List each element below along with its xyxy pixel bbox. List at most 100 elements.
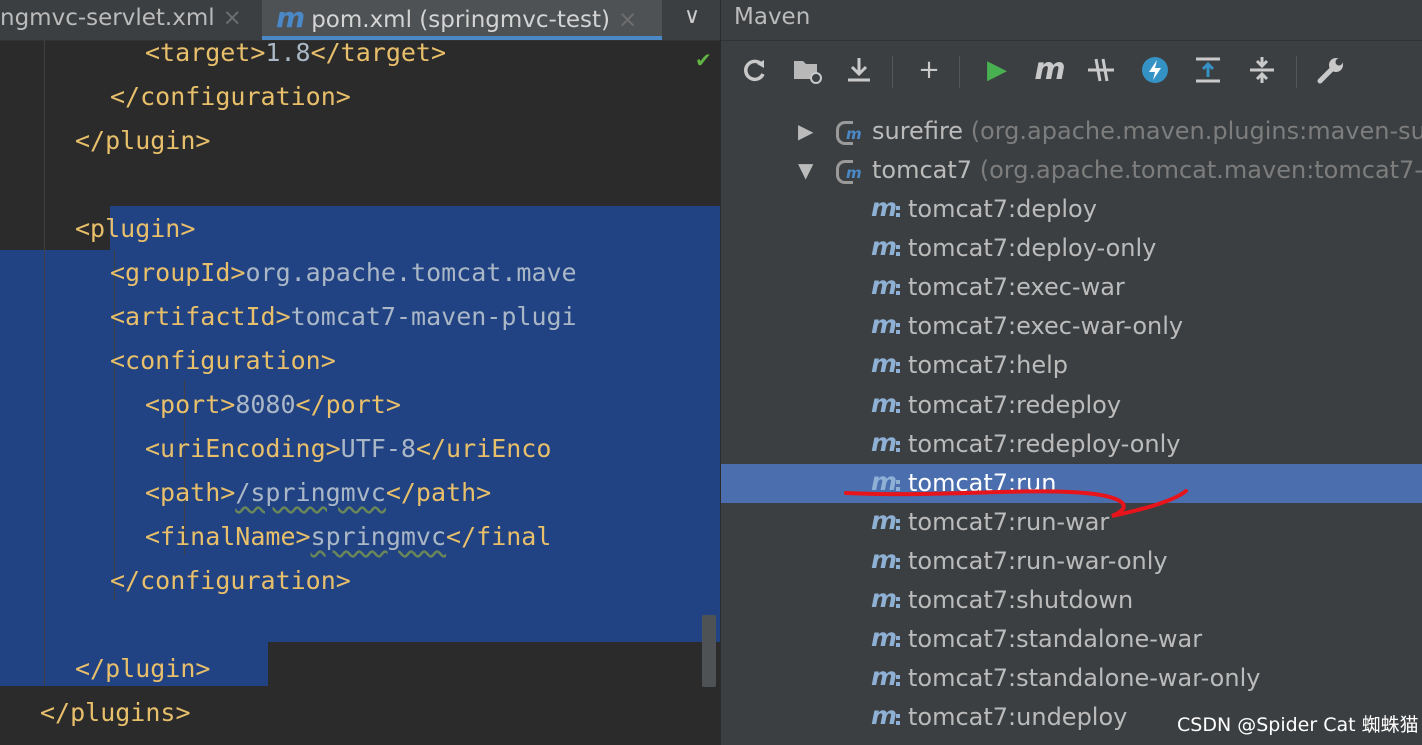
xml-tag: </configuration>	[110, 82, 351, 111]
xml-text: 1.8	[265, 38, 311, 67]
goal-label: tomcat7:deploy	[908, 195, 1097, 223]
maven-header: Maven	[721, 0, 1422, 41]
download-icon[interactable]	[841, 52, 877, 88]
toolbar-separator	[959, 56, 960, 88]
panel-title: Maven	[734, 4, 811, 30]
collapsed-arrow-icon[interactable]: ▶	[798, 112, 813, 151]
code-area[interactable]: <target>1.8</target> </configuration> </pl…	[0, 38, 720, 745]
tree-goal-tomcat7-shutdown[interactable]: m tomcat7:shutdown	[721, 581, 1422, 620]
code-line[interactable]: <port>8080</port>	[145, 383, 401, 427]
indent-guide	[44, 40, 45, 685]
plugin-icon: m	[836, 121, 862, 145]
code-line[interactable]: </configuration>	[110, 559, 351, 603]
xml-tag: </port>	[295, 390, 401, 419]
run-icon[interactable]: ▶	[979, 52, 1015, 88]
code-line[interactable]: <finalName>springmvc</final	[145, 515, 551, 559]
code-line[interactable]: <plugin>	[75, 207, 195, 251]
tree-goal-tomcat7-redeploy[interactable]: m tomcat7:redeploy	[721, 386, 1422, 425]
editor-scrollbar[interactable]	[702, 615, 716, 687]
xml-tag: </plugin>	[75, 654, 211, 683]
watermark: CSDN @Spider Cat 蜘蛛猫	[1177, 714, 1419, 736]
xml-tag: <configuration>	[110, 346, 336, 375]
goal-label: tomcat7:redeploy-only	[908, 429, 1181, 458]
maven-goal-icon: m	[871, 664, 903, 692]
code-line[interactable]: <configuration>	[110, 339, 336, 383]
wrench-icon[interactable]	[1313, 52, 1349, 88]
tree-goal-tomcat7-help[interactable]: m tomcat7:help	[721, 346, 1422, 385]
goal-label: tomcat7:standalone-war	[908, 625, 1203, 654]
xml-text: UTF-8	[340, 434, 416, 463]
maven-goal-icon: m	[871, 234, 903, 262]
tree-goal-tomcat7-deploy-only[interactable]: m tomcat7:deploy-only	[721, 229, 1422, 268]
goal-label: tomcat7:run	[908, 468, 1057, 497]
tab-label: pom.xml (springmvc-test)	[311, 7, 610, 33]
goal-label: tomcat7:run-war	[908, 507, 1110, 536]
maven-goal-icon: m	[871, 390, 903, 419]
plugin-name: tomcat7	[872, 156, 973, 184]
tree-goal-tomcat7-deploy[interactable]: m tomcat7:deploy	[721, 190, 1422, 229]
close-icon[interactable]: ×	[223, 5, 242, 31]
goal-label: tomcat7:run-war-only	[908, 546, 1168, 575]
code-line[interactable]: </configuration>	[110, 75, 351, 119]
inspection-ok-icon[interactable]: ✔	[695, 48, 712, 72]
xml-text: 8080	[235, 390, 296, 419]
code-line[interactable]: </plugin>	[75, 647, 210, 691]
maven-goal-icon: m	[871, 468, 903, 497]
expanded-arrow-icon[interactable]: ▼	[798, 151, 813, 190]
code-line[interactable]: </plugin>	[75, 119, 210, 163]
code-line[interactable]: </plugins>	[40, 691, 191, 735]
goal-label: tomcat7:help	[908, 351, 1069, 380]
maven-goal-icon: m	[871, 625, 903, 653]
tree-goal-tomcat7-standalone-war-only[interactable]: m tomcat7:standalone-war-only	[721, 659, 1422, 698]
maven-goal-icon: m	[871, 429, 903, 458]
tab-label: ngmvc-servlet.xml	[0, 5, 215, 31]
xml-tag: </final	[446, 522, 552, 551]
toolbar-separator	[1296, 56, 1297, 88]
tabs-dropdown-icon[interactable]: ∨	[684, 4, 700, 29]
goal-label: tomcat7:standalone-war-only	[908, 664, 1261, 693]
tree-plugin-tomcat7[interactable]: ▼ m tomcat7 (org.apache.tomcat.maven:tom…	[721, 151, 1422, 190]
plus-icon[interactable]: +	[911, 52, 947, 88]
maven-m-icon[interactable]: m	[1032, 52, 1068, 88]
folder-icon[interactable]	[788, 52, 824, 88]
xml-tag: <groupId>	[110, 258, 246, 287]
tree-goal-tomcat7-exec-war[interactable]: m tomcat7:exec-war	[721, 268, 1422, 307]
xml-tag: <plugin>	[75, 214, 196, 243]
tree-goal-tomcat7-run-war[interactable]: m tomcat7:run-war	[721, 503, 1422, 542]
expand-icon[interactable]	[1190, 52, 1226, 88]
code-line[interactable]: <uriEncoding>UTF-8</uriEnco	[145, 427, 551, 471]
tree-goal-tomcat7-exec-war-only[interactable]: m tomcat7:exec-war-only	[721, 307, 1422, 346]
collapse-icon[interactable]	[1244, 52, 1280, 88]
code-line[interactable]: <groupId>org.apache.tomcat.mave	[110, 251, 577, 295]
code-line[interactable]: <target>1.8</target>	[145, 31, 446, 75]
maven-tree[interactable]: ▶ m surefire (org.apache.maven.plugins:m…	[721, 100, 1422, 745]
code-line[interactable]: <path>/springmvc</path>	[145, 471, 491, 515]
maven-tool-window: Maven + ▶ m ▶ m surefire (org.apache.mav…	[720, 0, 1422, 745]
reload-icon[interactable]	[737, 52, 773, 88]
toolbar-separator	[892, 56, 893, 88]
xml-tag: </plugin>	[75, 126, 211, 155]
maven-goal-icon: m	[871, 703, 903, 731]
maven-goal-icon: m	[871, 586, 903, 614]
xml-text: tomcat7-maven-plugi	[290, 302, 577, 331]
xml-tag: <port>	[145, 390, 236, 419]
code-line[interactable]: <artifactId>tomcat7-maven-plugi	[110, 295, 577, 339]
plugin-coordinates: (org.apache.tomcat.maven:tomcat7-r	[979, 156, 1422, 184]
tree-goal-tomcat7-redeploy-only[interactable]: m tomcat7:redeploy-only	[721, 425, 1422, 464]
xml-text: /springmvc	[235, 478, 386, 507]
xml-tag: </path>	[385, 478, 492, 507]
skip-tests-icon[interactable]	[1083, 52, 1119, 88]
tree-row-partial	[721, 92, 1422, 104]
tree-goal-tomcat7-standalone-war[interactable]: m tomcat7:standalone-war	[721, 620, 1422, 659]
goal-label: tomcat7:redeploy	[908, 390, 1122, 419]
offline-icon[interactable]	[1137, 52, 1173, 88]
close-icon[interactable]: ×	[618, 7, 637, 33]
code-editor[interactable]: ngmvc-servlet.xml × m pom.xml (springmvc-t…	[0, 0, 720, 745]
goal-label: tomcat7:deploy-only	[908, 234, 1157, 263]
xml-tag: </uriEnco	[415, 434, 552, 463]
tree-goal-tomcat7-run[interactable]: m tomcat7:run	[721, 463, 1422, 503]
tree-goal-tomcat7-run-war-only[interactable]: m tomcat7:run-war-only	[721, 542, 1422, 581]
tree-plugin-surefire[interactable]: ▶ m surefire (org.apache.maven.plugins:m…	[721, 112, 1422, 151]
plugin-coordinates: (org.apache.maven.plugins:maven-sur	[970, 117, 1422, 145]
goal-label: tomcat7:exec-war-only	[908, 312, 1184, 341]
